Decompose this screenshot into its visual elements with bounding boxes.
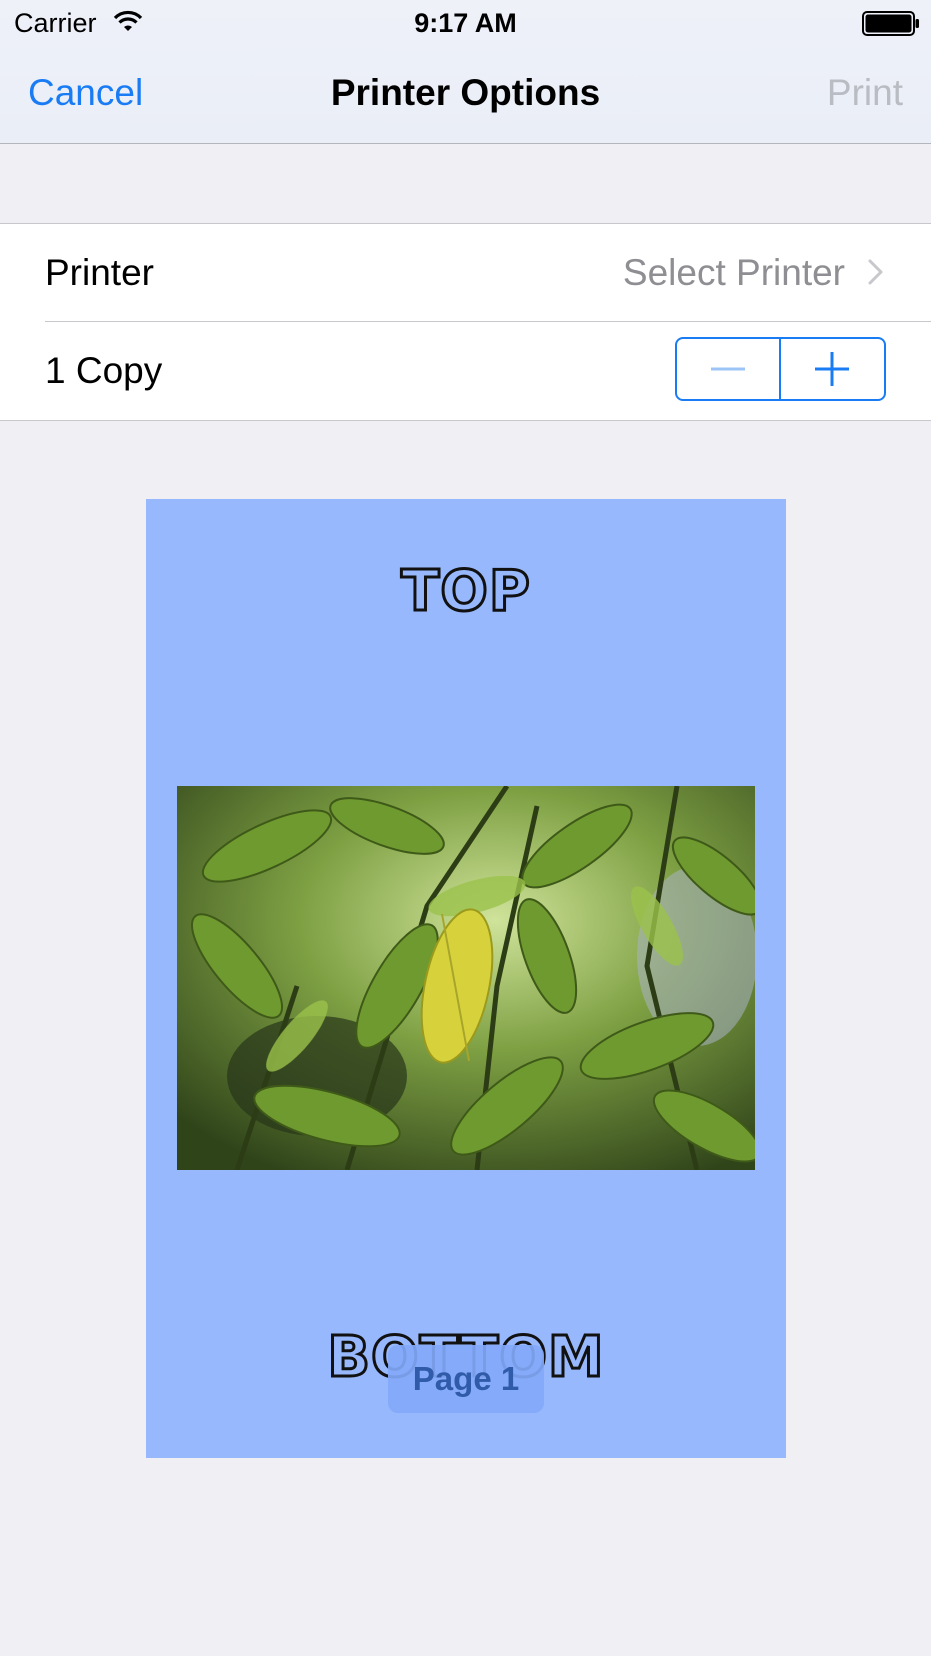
- print-options-screen: Carrier 9:17 AM Cancel Printer Options P…: [0, 0, 931, 1656]
- navigation-bar: Cancel Printer Options Print: [0, 46, 931, 144]
- chevron-right-icon: [868, 259, 883, 285]
- print-button[interactable]: Print: [827, 72, 903, 114]
- preview-top-text: TOP: [400, 558, 532, 626]
- copies-stepper: [675, 337, 886, 401]
- copies-label: 1 Copy: [45, 350, 163, 391]
- minus-icon: [710, 367, 745, 371]
- leaves-image: [177, 786, 755, 1170]
- select-printer-value: Select Printer: [622, 252, 845, 293]
- printer-label: Printer: [45, 252, 154, 293]
- status-bar: Carrier 9:17 AM: [0, 0, 931, 46]
- copies-row: 1 Copy: [0, 322, 931, 419]
- battery-icon: [862, 11, 919, 36]
- print-preview-page[interactable]: TOP Page 1: [146, 499, 786, 1458]
- increment-button[interactable]: [781, 339, 885, 399]
- cancel-button[interactable]: Cancel: [28, 72, 143, 114]
- status-time: 9:17 AM: [414, 8, 517, 38]
- top-bar: Carrier 9:17 AM Cancel Printer Options P…: [0, 0, 931, 144]
- decrement-button[interactable]: [677, 339, 781, 399]
- page-number-badge: Page 1: [388, 1345, 544, 1413]
- plus-icon: [815, 352, 850, 386]
- printer-row[interactable]: Printer Select Printer: [0, 224, 931, 322]
- leaf-photo: [177, 786, 755, 1170]
- printer-options-table: Printer Select Printer 1 Copy: [0, 223, 931, 421]
